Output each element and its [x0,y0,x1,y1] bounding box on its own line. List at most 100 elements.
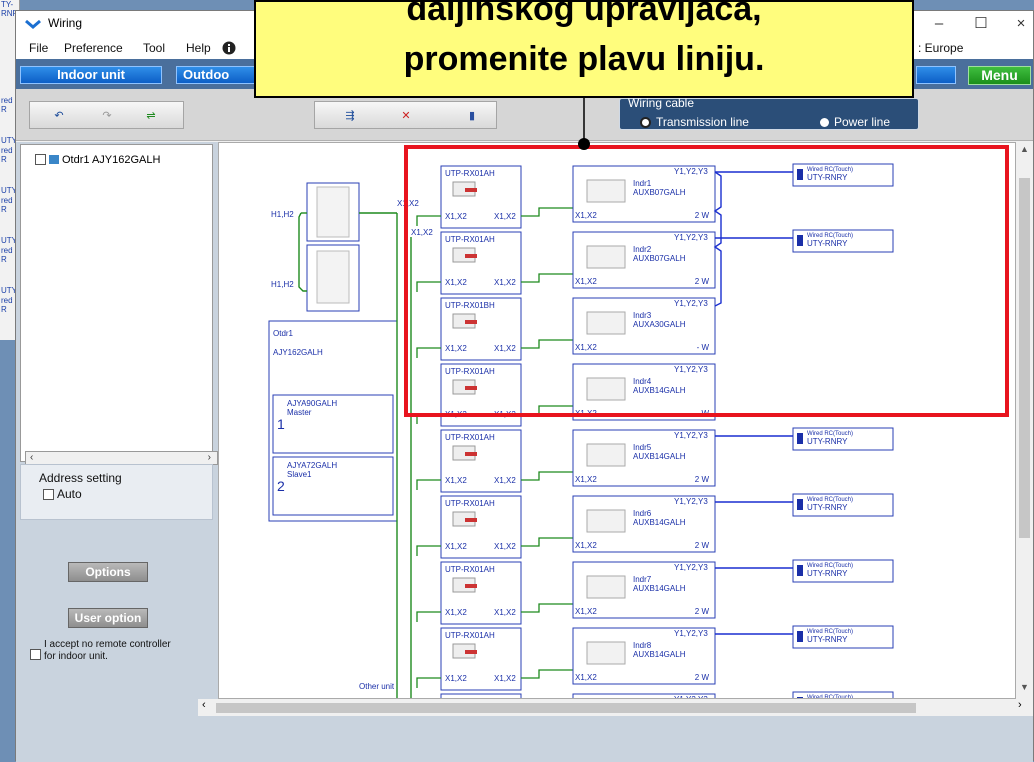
checkbox-icon [43,489,54,500]
scroll-left-icon[interactable]: ‹ [202,699,206,711]
adapter-image [465,518,477,522]
address-setting-group: Address setting Auto [20,464,213,520]
indoor-unit-image [586,641,626,665]
module-role: Master [287,408,312,417]
outdoor-port-label: H1,H2 [271,280,294,289]
scroll-right-icon[interactable]: › [1018,699,1022,711]
adapter-model: UTP-RX01AH [445,565,495,574]
adapter-image [465,452,477,456]
module-number: 1 [277,416,285,432]
transmission-line-radio[interactable]: Transmission line [640,115,749,129]
transmission-line [521,669,573,679]
auto-wire-icon[interactable]: ⇌ [138,106,164,126]
indoor-unit-image [586,443,626,467]
remote-controller-icon [797,499,803,510]
tree-checkbox[interactable] [35,154,46,165]
toolbar-group-edit: ↶ ↷ ⇌ [29,101,184,129]
disconnect-icon[interactable]: ✕ [393,106,419,126]
region-label: : Europe [918,41,964,55]
transmission-line [521,537,573,547]
indoor-unit-model: AUXB14GALH [633,584,686,593]
outdoor-name: Otdr1 [273,329,294,338]
radio-icon [820,118,829,127]
power-line-radio[interactable]: Power line [820,115,890,129]
tab-hidden[interactable] [916,66,956,84]
indoor-port-top: Y1,Y2,Y3 [674,431,708,440]
adapter-port-left: X1,X2 [445,476,467,485]
address-setting-heading: Address setting [39,471,122,485]
outdoor-port-label: H1,H2 [271,210,294,219]
horizontal-scroll-thumb[interactable] [216,703,916,713]
scroll-right-icon[interactable]: › [208,452,211,463]
adapter-image [465,650,477,654]
transmission-line [521,471,573,481]
indoor-unit-model: AUXB14GALH [633,650,686,659]
transmission-line-label: Transmission line [656,115,749,129]
accept-checkbox[interactable] [30,649,41,660]
tree-horizontal-scrollbar[interactable]: ‹ › [25,451,218,465]
adapter-port-left: X1,X2 [445,542,467,551]
unit-tree[interactable]: Otdr1 AJY162GALH ‹ › [20,144,218,465]
highlight-box [404,145,1009,417]
indoor-load: 2 W [695,673,710,682]
connect-icon[interactable]: ⇶ [337,106,363,126]
module-role: Slave1 [287,470,312,479]
outdoor-unit-icon [49,155,59,164]
wiring-cable-group: Wiring cable Transmission line Power lin… [619,96,919,130]
menu-help[interactable]: Help [186,41,211,55]
indoor-port-top: Y1,Y2,Y3 [674,497,708,506]
module-number: 2 [277,478,285,494]
tab-indoor-unit[interactable]: Indoor unit [20,66,162,84]
adapter-model: UTP-RX01AH [445,499,495,508]
adapter-model: UTP-RX01AH [445,433,495,442]
minimize-button[interactable]: – [919,12,959,36]
delete-icon[interactable]: ▮ [459,106,485,126]
indoor-unit-name: Indr8 [633,641,652,650]
module-model: AJYA72GALH [287,461,337,470]
rc-model: UTY-RNRY [807,635,848,644]
wiring-cable-legend: Wiring cable [628,96,695,110]
close-button[interactable]: × [1001,12,1034,36]
instruction-callout: daljinskog upravljača, promenite plavu l… [254,0,914,98]
callout-pointer [578,96,590,150]
outdoor-model: AJY162GALH [273,348,323,357]
adapter-port-right: X1,X2 [494,476,516,485]
menu-file[interactable]: File [29,41,48,55]
tree-item-outdoor[interactable]: Otdr1 AJY162GALH [35,154,160,166]
toolbar-group-wire: ⇶ ✕ ▮ [314,101,497,129]
undo-icon[interactable]: ↶ [46,106,72,126]
vertical-scrollbar[interactable]: ▲ ▼ [1016,142,1033,699]
outdoor-module-image [316,250,350,304]
scroll-down-icon[interactable]: ▼ [1020,682,1029,692]
window-title: Wiring [48,16,83,30]
indoor-port-bottom: X1,X2 [575,541,597,550]
scroll-up-icon[interactable]: ▲ [1020,144,1029,154]
vertical-scroll-thumb[interactable] [1019,178,1030,538]
menu-tool[interactable]: Tool [143,41,165,55]
module-model: AJYA90GALH [287,399,337,408]
redo-icon[interactable]: ↷ [94,106,120,126]
horizontal-scrollbar[interactable]: ‹ › [198,699,1033,716]
power-line [298,212,307,292]
options-button[interactable]: Options [68,562,148,582]
accept-label-line1: I accept no remote controller [44,639,171,650]
auto-label: Auto [57,487,82,501]
menu-preference[interactable]: Preference [64,41,123,55]
auto-checkbox[interactable]: Auto [43,487,82,501]
tab-outdoor-unit[interactable]: Outdoo [176,66,266,84]
menu-button[interactable]: Menu [968,66,1031,85]
info-icon[interactable] [222,41,236,55]
indoor-unit-image [586,509,626,533]
indoor-unit-model: AUXB14GALH [633,518,686,527]
indoor-unit-name: Indr7 [633,575,652,584]
indoor-unit-name: Indr6 [633,509,652,518]
accept-no-remote[interactable]: I accept no remote controller for indoor… [30,639,171,663]
adapter-port-left: X1,X2 [445,608,467,617]
scroll-left-icon[interactable]: ‹ [30,452,33,463]
maximize-button[interactable]: ☐ [961,12,1001,36]
user-option-button[interactable]: User option [68,608,148,628]
indoor-load: 2 W [695,607,710,616]
indoor-unit-model: AUXB14GALH [633,452,686,461]
callout-line-1: daljinskog upravljača, [406,0,762,28]
callout-line-2: promenite plavu liniju. [403,40,765,78]
